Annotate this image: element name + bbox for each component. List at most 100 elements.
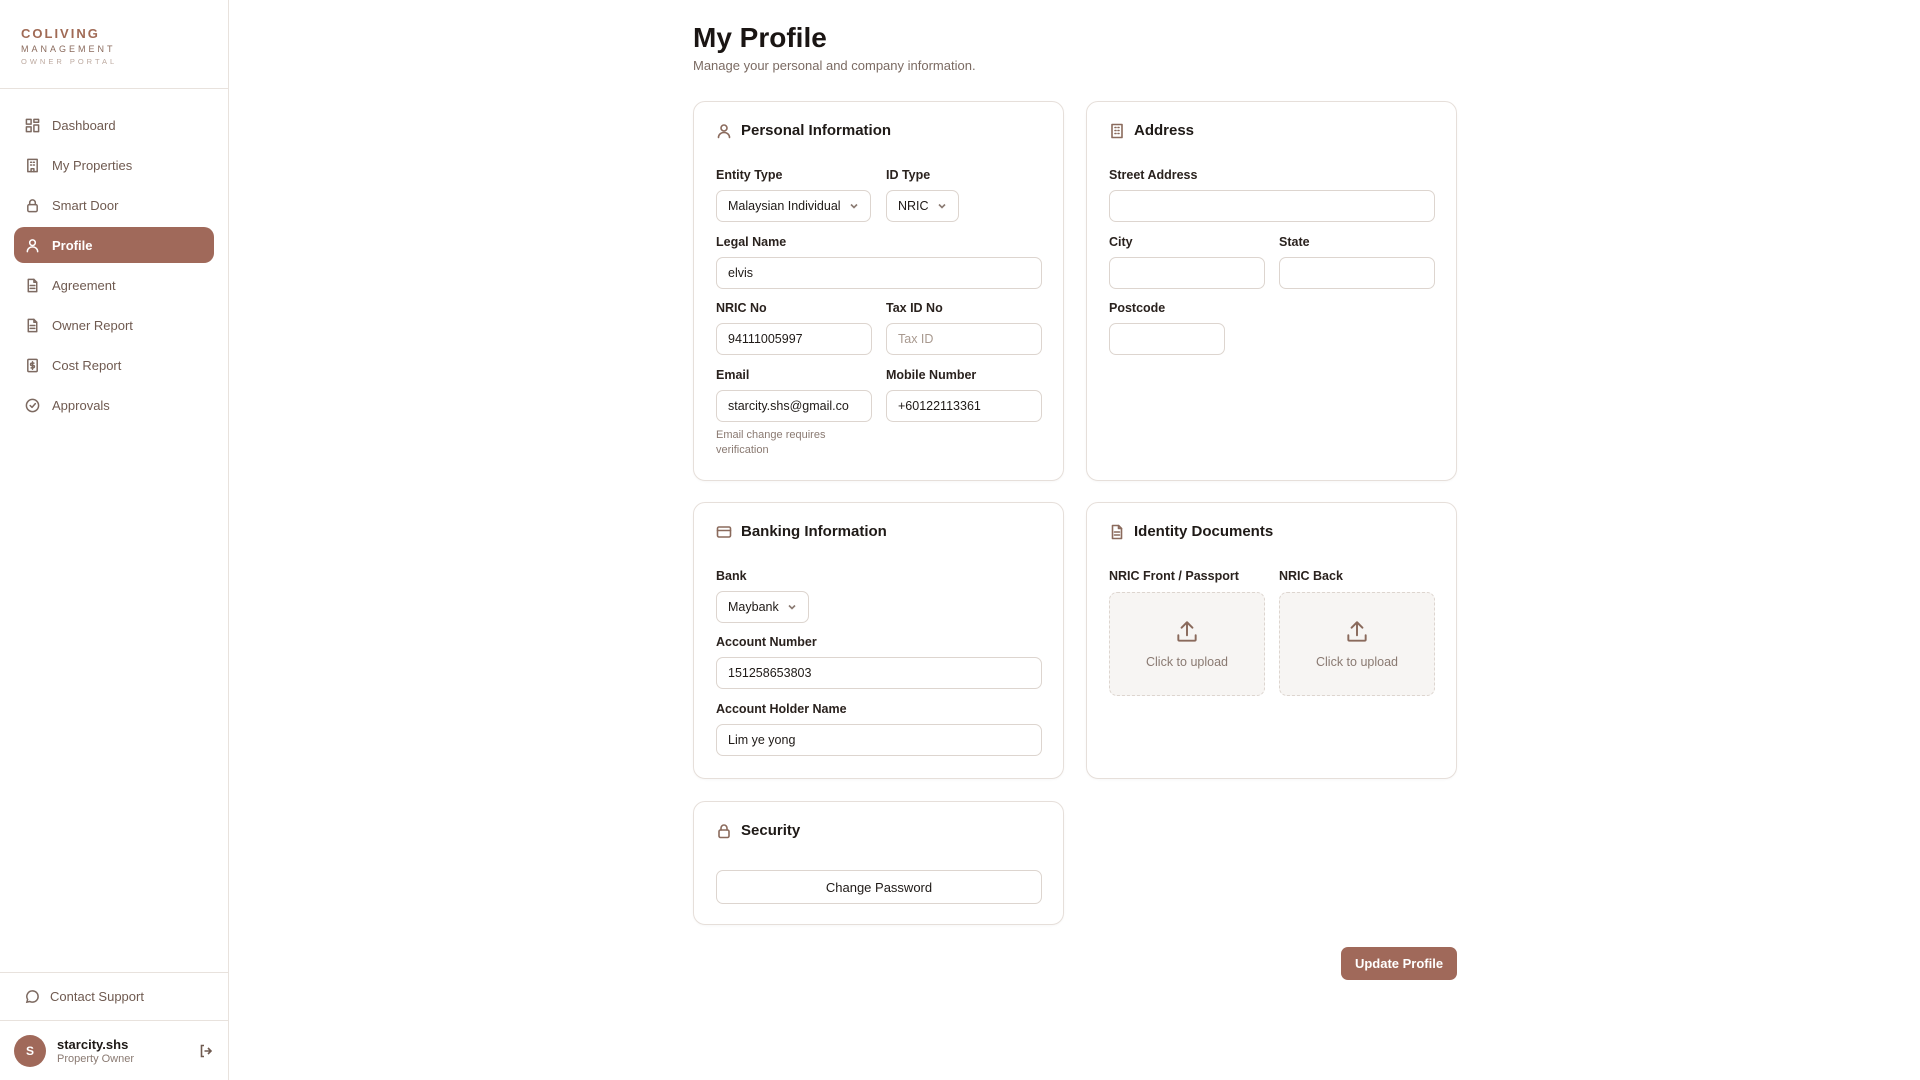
city-input[interactable] [1109,257,1265,289]
entity-type-select[interactable]: Malaysian Individual [716,190,871,222]
sidebar: COLIVING MANAGEMENT OWNER PORTAL Dashboa… [0,0,229,1080]
update-profile-button[interactable]: Update Profile [1341,947,1457,980]
brand-title: COLIVING [21,26,100,41]
sidebar-item-label: Cost Report [52,357,122,373]
sidebar-item-my-properties[interactable]: My Properties [14,147,214,183]
city-label: City [1109,235,1133,249]
chevron-down-icon [937,203,946,209]
sidebar-item-approvals[interactable]: Approvals [14,387,214,423]
document-icon [27,318,38,332]
nric-back-upload[interactable]: Click to upload [1279,592,1435,696]
sidebar-item-profile[interactable]: Profile [14,227,214,263]
card-title: Personal Information [741,122,892,139]
mobile-label: Mobile Number [886,368,977,382]
account-holder-field: Account Holder Name Lim ye yong [716,702,1042,756]
building-icon [1111,123,1123,138]
bank-select[interactable]: Maybank [716,591,809,623]
brand: COLIVING MANAGEMENT OWNER PORTAL [0,0,228,89]
nric-front-upload[interactable]: Click to upload [1109,592,1265,696]
mobile-input[interactable]: +60122113361 [886,390,1042,422]
nric-back-field: NRIC Back [1279,569,1343,591]
tax-id-field: Tax ID No Tax ID [886,301,1042,355]
sidebar-item-label: Agreement [52,277,116,293]
bank-value: Maybank [728,600,779,614]
page-header: My Profile Manage your personal and comp… [693,22,976,73]
city-field: City [1109,235,1265,289]
id-type-label: ID Type [886,168,931,182]
sidebar-item-label: Profile [52,237,93,253]
change-password-button[interactable]: Change Password [716,870,1042,904]
bank-label: Bank [716,569,747,583]
upload-icon [1347,621,1367,642]
upload-text: Click to upload [1316,655,1398,669]
id-type-select[interactable]: NRIC [886,190,959,222]
sidebar-item-owner-report[interactable]: Owner Report [14,307,214,343]
app: COLIVING MANAGEMENT OWNER PORTAL Dashboa… [0,0,1920,1080]
state-input[interactable] [1279,257,1435,289]
sidebar-item-label: My Properties [52,157,133,173]
email-hint: Email change requires verification [716,429,826,456]
upload-icon [1177,621,1197,642]
document-icon [27,278,38,292]
chevron-down-icon [788,604,796,610]
account-holder-label: Account Holder Name [716,702,847,716]
email-input[interactable]: starcity.shs@gmail.co [716,390,872,422]
entity-type-field: Entity Type Malaysian Individual [716,168,871,222]
postcode-label: Postcode [1109,301,1166,315]
email-label: Email [716,368,750,382]
account-number-input[interactable]: 151258653803 [716,657,1042,689]
nric-input[interactable]: 94111005997 [716,323,872,355]
email-field: Email starcity.shs@gmail.co Email change… [716,368,872,458]
upload-text: Click to upload [1146,655,1228,669]
street-input[interactable] [1109,190,1435,222]
banking-information-card: Banking Information Bank Maybank Account… [693,502,1064,779]
account-number-field: Account Number 151258653803 [716,635,1042,689]
card-title: Identity Documents [1134,523,1274,540]
sidebar-item-cost-report[interactable]: Cost Report [14,347,214,383]
tax-id-input[interactable]: Tax ID [886,323,1042,355]
legal-name-input[interactable]: elvis [716,257,1042,289]
card-header: Address [1109,122,1194,139]
logout-icon[interactable] [198,1043,214,1059]
entity-type-value: Malaysian Individual [728,199,841,213]
postcode-field: Postcode [1109,301,1225,355]
page-title: My Profile [693,22,827,53]
sidebar-item-agreement[interactable]: Agreement [14,267,214,303]
legal-name-field: Legal Name elvis [716,235,1042,289]
nric-front-field: NRIC Front / Passport [1109,569,1239,591]
contact-support-link[interactable]: Contact Support [0,972,228,1020]
card-header: Banking Information [716,523,887,540]
state-label: State [1279,235,1310,249]
card-header: Personal Information [716,122,891,139]
user-name: starcity.shs [57,1036,129,1052]
identity-documents-card: Identity Documents NRIC Front / Passport… [1086,502,1457,779]
check-circle-icon [25,398,40,412]
main-content: My Profile Manage your personal and comp… [229,0,1920,1080]
sidebar-item-smart-door[interactable]: Smart Door [14,187,214,223]
brand-portal: OWNER PORTAL [21,57,118,66]
postcode-input[interactable] [1109,323,1225,355]
account-holder-input[interactable]: Lim ye yong [716,724,1042,756]
grid-icon [25,118,40,132]
security-card: Security Change Password [693,801,1064,925]
mobile-field: Mobile Number +60122113361 [886,368,1042,422]
nric-front-label: NRIC Front / Passport [1109,569,1239,583]
nric-field: NRIC No 94111005997 [716,301,872,355]
sidebar-item-label: Smart Door [52,197,119,213]
chevron-down-icon [849,203,858,209]
user-info: starcity.shs Property Owner [57,1037,198,1065]
sidebar-item-dashboard[interactable]: Dashboard [14,107,214,143]
user-icon [717,123,731,138]
street-field: Street Address [1109,168,1435,222]
card-header: Security [716,822,800,839]
id-type-field: ID Type NRIC [886,168,959,222]
user-role: Property Owner [57,1052,135,1065]
id-type-value: NRIC [898,199,929,213]
chat-bubble-icon [25,990,39,1004]
lock-icon [718,823,730,838]
tax-id-label: Tax ID No [886,301,943,315]
nric-label: NRIC No [716,301,767,315]
personal-information-card: Personal Information Entity Type Malaysi… [693,101,1064,481]
sidebar-item-label: Approvals [52,397,110,413]
nric-back-label: NRIC Back [1279,569,1343,583]
